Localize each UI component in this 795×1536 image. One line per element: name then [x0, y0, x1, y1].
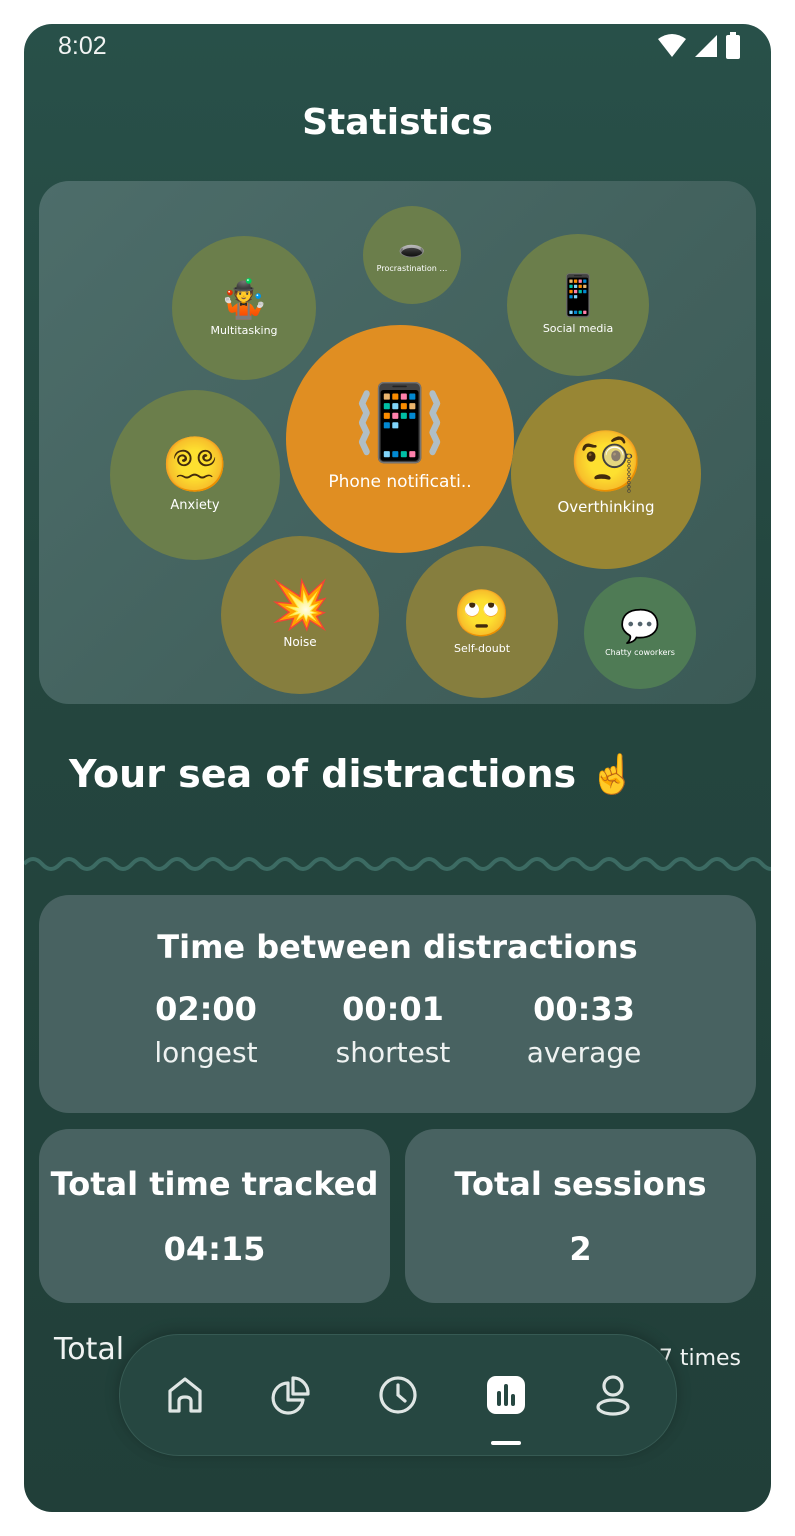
sea-of-distractions-title: Your sea of distractions ☝️	[69, 752, 637, 796]
bubble-overthinking[interactable]: 🧐 Overthinking	[511, 379, 701, 569]
speech-balloon-icon: 💬	[620, 606, 660, 645]
total-sessions-card: Total sessions 2	[405, 1129, 756, 1303]
bubble-procrastination[interactable]: 🕳️ Procrastination …	[363, 206, 461, 304]
nav-insights[interactable]	[269, 1373, 313, 1417]
total-time-title: Total time tracked	[50, 1165, 379, 1203]
total-sessions-title: Total sessions	[454, 1165, 707, 1203]
juggling-icon: 🤹	[220, 276, 268, 321]
bubble-social-media[interactable]: 📱 Social media	[507, 234, 649, 376]
stat-value: 00:33	[533, 990, 635, 1028]
stat-label: shortest	[335, 1036, 451, 1069]
bubble-noise[interactable]: 💥 Noise	[221, 536, 379, 694]
statistics-icon	[487, 1376, 525, 1414]
bubble-self-doubt[interactable]: 🙄 Self-doubt	[406, 546, 558, 698]
bubble-label: Phone notificati..	[328, 472, 472, 492]
status-bar: 8:02	[24, 24, 771, 72]
bubble-label: Anxiety	[170, 497, 220, 513]
stat-label: longest	[154, 1036, 258, 1069]
signal-icon	[695, 35, 717, 57]
bubble-label: Overthinking	[557, 498, 655, 516]
battery-icon	[726, 32, 740, 59]
status-icons	[657, 32, 741, 60]
mobile-phone-icon: 📱	[553, 272, 603, 319]
bubble-label: Procrastination …	[376, 263, 448, 273]
clock-icon	[379, 1376, 417, 1414]
stat-label: average	[526, 1036, 642, 1069]
bottom-navigation	[119, 1334, 677, 1456]
nav-profile[interactable]	[591, 1373, 635, 1417]
wifi-icon	[658, 34, 686, 57]
bubble-phone-notifications[interactable]: 📳 Phone notificati..	[286, 325, 514, 553]
phone-screen: 8:02 Statistics 🕳️ Procrastination … 🤹 M…	[24, 24, 771, 1512]
pie-chart-icon	[271, 1376, 310, 1415]
dizzy-face-icon: 😵‍💫	[161, 432, 229, 496]
monocle-face-icon: 🧐	[568, 427, 644, 497]
collision-icon: 💥	[270, 577, 330, 633]
bubble-label: Noise	[283, 635, 317, 649]
stat-longest: 02:00 longest	[116, 990, 296, 1069]
bubble-label: Self-doubt	[453, 641, 511, 655]
nav-home[interactable]	[163, 1373, 207, 1417]
wave-divider	[24, 857, 771, 871]
stat-shortest: 00:01 shortest	[303, 990, 483, 1069]
time-between-title: Time between distractions	[157, 928, 638, 966]
bubble-label: Social media	[542, 321, 614, 335]
bubble-multitasking[interactable]: 🤹 Multitasking	[172, 236, 316, 380]
stat-value: 02:00	[155, 990, 257, 1028]
bubble-anxiety[interactable]: 😵‍💫 Anxiety	[110, 390, 280, 560]
total-time-card: Total time tracked 04:15	[39, 1129, 390, 1303]
profile-icon	[596, 1375, 630, 1416]
distractions-bubble-chart: 🕳️ Procrastination … 🤹 Multitasking 📱 So…	[39, 181, 756, 704]
bubble-label: Chatty coworkers	[605, 647, 675, 657]
active-tab-indicator	[491, 1441, 521, 1445]
eye-roll-icon: 🙄	[453, 585, 511, 640]
home-icon	[168, 1377, 202, 1413]
stat-average: 00:33 average	[494, 990, 674, 1069]
status-time: 8:02	[58, 32, 107, 60]
total-row-label: Total	[54, 1332, 125, 1367]
vibrating-phone-icon: 📳	[353, 380, 447, 466]
stat-value: 00:01	[342, 990, 444, 1028]
nav-statistics[interactable]	[484, 1373, 528, 1417]
nav-history[interactable]	[376, 1373, 420, 1417]
bubble-label: Multitasking	[210, 323, 278, 337]
total-time-value: 04:15	[163, 1230, 266, 1268]
bubble-chatty-coworkers[interactable]: 💬 Chatty coworkers	[584, 577, 696, 689]
hole-icon: 🕳️	[398, 235, 426, 261]
total-sessions-value: 2	[569, 1230, 592, 1268]
time-between-card: Time between distractions 02:00 longest …	[39, 895, 756, 1113]
page-title: Statistics	[302, 102, 493, 143]
